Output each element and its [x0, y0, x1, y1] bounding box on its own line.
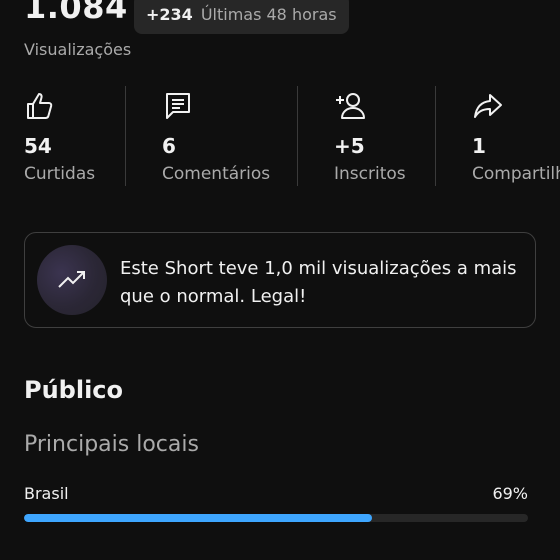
stat-shares-label: Compartilh — [472, 164, 560, 184]
comment-icon — [166, 93, 190, 119]
recent-views-period: Últimas 48 horas — [200, 4, 337, 24]
stat-comments-label: Comentários — [162, 164, 271, 184]
stat-subscribers-value: +5 — [334, 134, 365, 158]
thumbs-up-icon — [27, 93, 53, 119]
stat-subscribers-label: Inscritos — [334, 164, 406, 184]
stat-comments-value: 6 — [162, 134, 176, 158]
audience-section-title: Público — [24, 376, 124, 404]
views-count: 1.084 — [24, 0, 128, 26]
location-percent: 69% — [492, 484, 528, 503]
stat-divider — [435, 86, 436, 186]
recent-views-pill[interactable]: +234 Últimas 48 horas — [134, 0, 349, 34]
stat-likes-label: Curtidas — [24, 164, 96, 184]
stat-likes-value: 54 — [24, 134, 52, 158]
insight-icon-badge — [37, 245, 107, 315]
engagement-stats-row: 54 Curtidas 6 Comentários +5 Inscritos 1… — [0, 86, 560, 186]
location-bar-fill — [24, 514, 372, 522]
insight-text: Este Short teve 1,0 mil visualizações a … — [120, 258, 517, 307]
stat-divider — [297, 86, 298, 186]
recent-views-delta: +234 — [146, 4, 193, 24]
insight-card[interactable]: Este Short teve 1,0 mil visualizações a … — [24, 232, 536, 328]
views-label: Visualizações — [24, 40, 132, 59]
add-subscriber-icon — [336, 93, 365, 119]
share-icon — [474, 94, 502, 118]
top-locations-title: Principais locais — [24, 432, 199, 457]
trending-up-icon — [58, 271, 85, 288]
stat-shares-value: 1 — [472, 134, 486, 158]
location-bar-track — [24, 514, 528, 522]
stat-divider — [125, 86, 126, 186]
location-name: Brasil — [24, 484, 69, 503]
